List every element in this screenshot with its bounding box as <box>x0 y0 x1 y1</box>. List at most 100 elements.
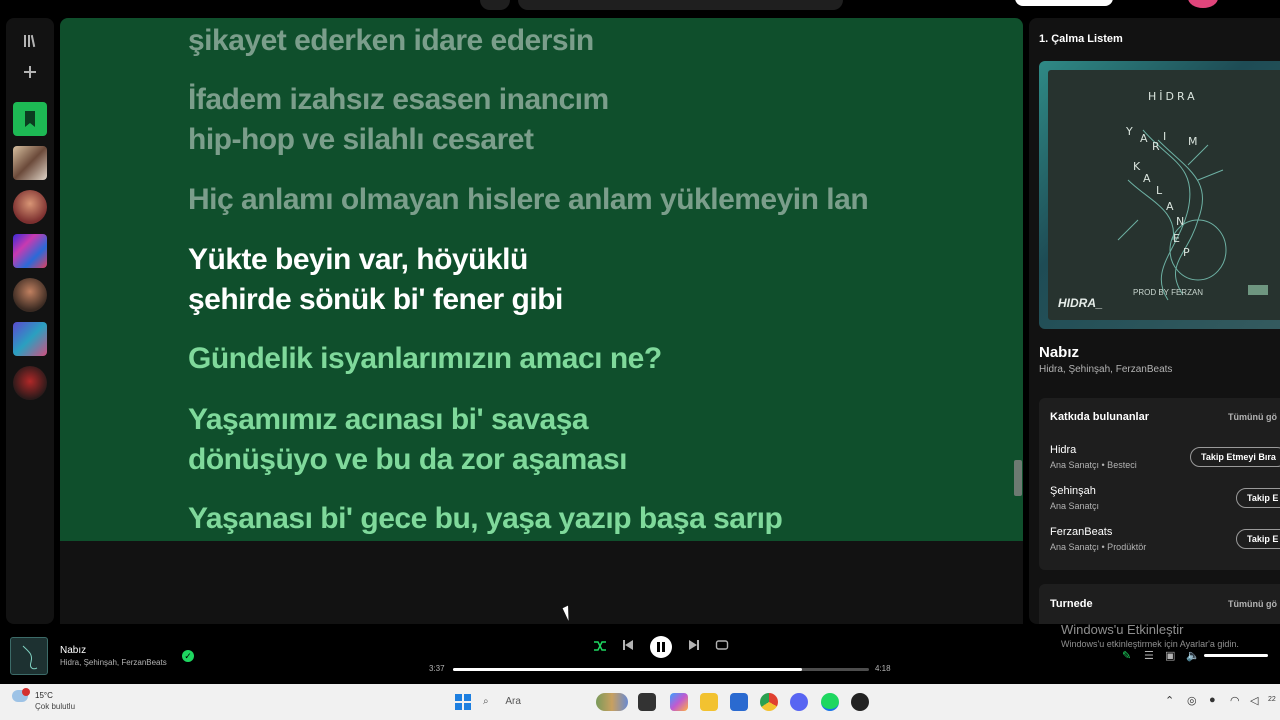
song-artists[interactable]: Hidra, Şehinşah, FerzanBeats <box>1039 364 1172 375</box>
saved-check-icon[interactable]: ✓ <box>182 650 194 662</box>
weather-temperature[interactable]: 15°C <box>35 691 53 700</box>
svg-text:M: M <box>1188 135 1198 148</box>
skip-back-icon[interactable] <box>620 639 636 655</box>
lyric-line[interactable]: dönüşüyo ve bu da zor aşaması <box>188 440 627 480</box>
lyrics-panel: şikayet ederken idare edersin İfadem iza… <box>60 18 1023 541</box>
top-bar <box>0 0 1280 14</box>
lyric-line-current[interactable]: şehirde sönük bi' fener gibi <box>188 280 563 320</box>
tour-card: Turnede Tümünü gö <box>1039 584 1280 624</box>
lyric-line-current[interactable]: Yükte beyin var, höyüklü <box>188 240 528 280</box>
lyric-line[interactable]: Yaşanası bi' gece bu, yaşa yazıp başa sa… <box>188 499 783 539</box>
credit-name-sehinsah[interactable]: Şehinşah <box>1050 485 1096 497</box>
discord-icon[interactable] <box>790 693 808 711</box>
taskbar-search[interactable]: ⌕ Ara <box>483 693 521 711</box>
svg-text:R: R <box>1152 140 1160 153</box>
search-label: Ara <box>505 696 521 707</box>
panel-title[interactable]: 1. Çalma Listem <box>1039 33 1123 45</box>
weather-description[interactable]: Çok bulutlu <box>35 702 75 711</box>
artist-thumb-3[interactable] <box>13 366 47 400</box>
notification-badge <box>22 688 30 696</box>
pause-icon[interactable] <box>650 636 672 658</box>
saved-episodes-item[interactable] <box>13 102 47 136</box>
lyric-line[interactable]: İfadem izahsız esasen inancım <box>188 80 609 120</box>
file-explorer-icon[interactable] <box>700 693 718 711</box>
queue-icon[interactable]: ☰ <box>1144 649 1154 662</box>
microphone-icon[interactable]: ● <box>1209 694 1216 706</box>
store-icon[interactable] <box>730 693 748 711</box>
svg-text:A: A <box>1143 172 1151 185</box>
artist-thumb-2[interactable] <box>13 278 47 312</box>
activation-watermark-text: Windows'u etkinleştirmek için Ayarlar'a … <box>1061 639 1239 649</box>
unfollow-button[interactable]: Takip Etmeyi Bıra <box>1190 447 1280 467</box>
follow-button[interactable]: Takip E <box>1236 488 1280 508</box>
volume-slider[interactable] <box>1204 654 1268 657</box>
playlist-thumb-2[interactable] <box>13 234 47 268</box>
main-view-footer <box>60 541 1023 624</box>
widgets-icon[interactable] <box>596 693 628 711</box>
spotify-icon[interactable] <box>821 693 839 711</box>
shuffle-icon[interactable] <box>592 639 608 655</box>
lyrics-toggle-icon[interactable]: ✎ <box>1122 649 1131 662</box>
speaker-icon[interactable]: ◁ <box>1250 694 1258 707</box>
volume-icon[interactable]: 🔈 <box>1186 649 1200 662</box>
svg-text:Y: Y <box>1125 125 1133 138</box>
svg-text:A: A <box>1140 132 1148 145</box>
cover-prod-text: PROD BY FERZAN <box>1133 288 1204 297</box>
now-playing-title[interactable]: Nabız <box>60 645 86 656</box>
wifi-icon[interactable]: ◠ <box>1230 694 1240 707</box>
credit-role: Ana Sanatçı <box>1050 501 1100 511</box>
search-icon: ⌕ <box>483 696 489 707</box>
clock[interactable]: 22 <box>1268 696 1276 703</box>
tour-show-all-link[interactable]: Tümünü gö <box>1228 599 1277 609</box>
repeat-icon[interactable] <box>714 639 730 655</box>
now-playing-panel: 1. Çalma Listem YARI KALA MNEP HİDRA PRO… <box>1029 18 1280 624</box>
album-cover: YARI KALA MNEP HİDRA PROD BY FERZAN HIDR… <box>1039 61 1280 329</box>
library-icon[interactable] <box>20 32 40 52</box>
credit-role: Ana Sanatçı • Prodüktör <box>1050 542 1147 552</box>
lyric-line[interactable]: Gündelik isyanlarımızın amacı ne? <box>188 339 662 379</box>
lyric-line[interactable]: Yaşamımız acınası bi' savaşa <box>188 400 589 440</box>
credits-show-all-link[interactable]: Tümünü gö <box>1228 412 1277 422</box>
task-view-icon[interactable] <box>638 693 656 711</box>
credits-title: Katkıda bulunanlar <box>1050 411 1150 423</box>
artist-thumb-1[interactable] <box>13 190 47 224</box>
svg-text:A: A <box>1166 200 1174 213</box>
now-playing-artists[interactable]: Hidra, Şehinşah, FerzanBeats <box>60 658 167 667</box>
song-title[interactable]: Nabız <box>1039 344 1079 361</box>
playlist-thumb-1[interactable] <box>13 146 47 180</box>
follow-button[interactable]: Takip E <box>1236 529 1280 549</box>
elapsed-time: 3:37 <box>429 664 445 673</box>
svg-text:P: P <box>1183 246 1190 259</box>
lyrics-scrollbar[interactable] <box>1014 460 1022 496</box>
playlist-thumb-3[interactable] <box>13 322 47 356</box>
lyric-line[interactable]: Hiç anlamı olmayan hislere anlam yükleme… <box>188 180 869 220</box>
search-bar[interactable] <box>518 0 843 10</box>
progress-bar[interactable] <box>453 668 869 671</box>
spotify-window: şikayet ederken idare edersin İfadem iza… <box>0 0 1280 720</box>
svg-text:I: I <box>1163 130 1166 143</box>
now-playing-bar: Nabız Hidra, Şehinşah, FerzanBeats ✓ 3:3… <box>0 622 1280 684</box>
lyric-line[interactable]: şikayet ederken idare edersin <box>188 21 594 61</box>
chrome-icon[interactable] <box>760 693 778 711</box>
home-button[interactable] <box>480 0 510 10</box>
premium-button[interactable] <box>1015 0 1113 6</box>
tray-overflow-icon[interactable]: ⌃ <box>1165 694 1174 707</box>
lyric-line[interactable]: hip-hop ve silahlı cesaret <box>188 120 534 160</box>
cover-artwork: YARI KALA MNEP HİDRA PROD BY FERZAN HIDR… <box>1048 70 1280 320</box>
credit-name-ferzanbeats[interactable]: FerzanBeats <box>1050 526 1112 538</box>
credit-role: Ana Sanatçı • Besteci <box>1050 460 1137 470</box>
plus-icon[interactable] <box>20 64 40 84</box>
tray-app-icon[interactable]: ◎ <box>1187 694 1197 707</box>
total-duration: 4:18 <box>875 664 891 673</box>
device-icon[interactable]: ▣ <box>1165 649 1175 662</box>
credit-name-hidra[interactable]: Hidra <box>1050 444 1076 456</box>
library-sidebar <box>6 18 54 624</box>
now-playing-cover[interactable] <box>10 637 48 675</box>
copilot-icon[interactable] <box>670 693 688 711</box>
app-icon[interactable] <box>851 693 869 711</box>
tour-title: Turnede <box>1050 598 1093 610</box>
skip-forward-icon[interactable] <box>686 639 702 655</box>
start-icon[interactable] <box>455 694 471 710</box>
profile-avatar[interactable] <box>1188 0 1218 8</box>
svg-text:K: K <box>1133 160 1141 173</box>
